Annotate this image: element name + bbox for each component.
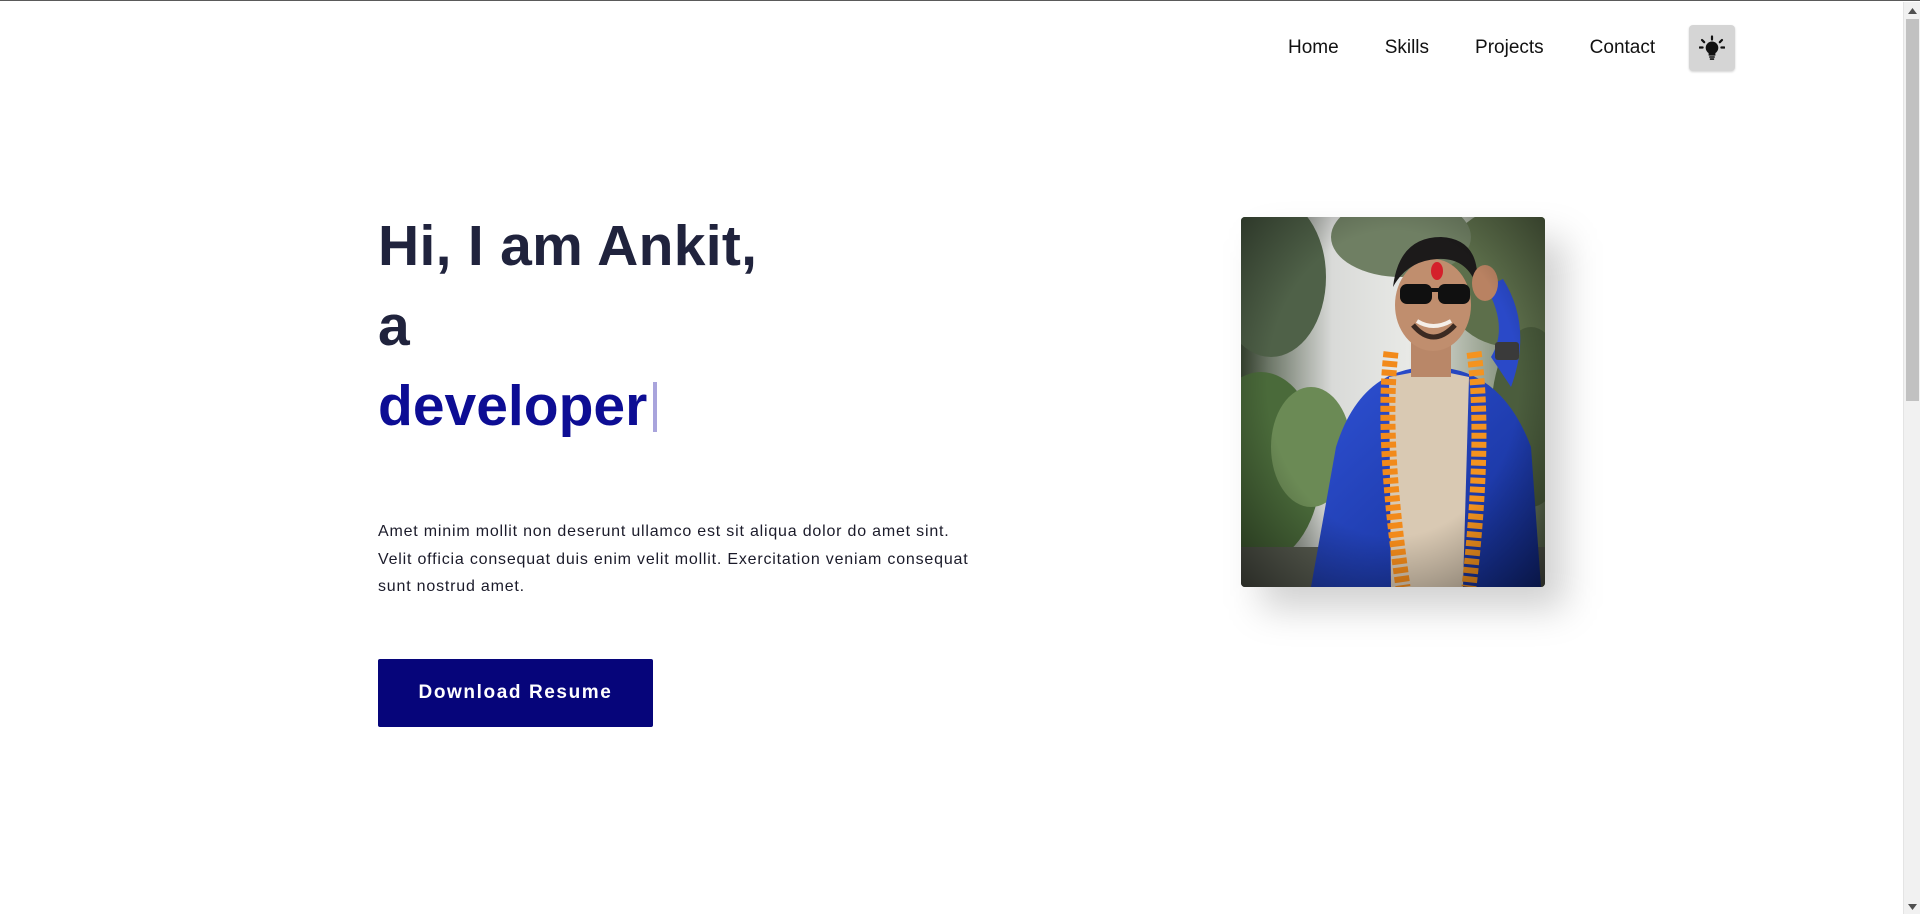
typing-caret bbox=[653, 382, 658, 432]
nav-link-skills[interactable]: Skills bbox=[1385, 37, 1429, 59]
theme-toggle-button[interactable] bbox=[1689, 25, 1736, 71]
vertical-scrollbar[interactable] bbox=[1903, 2, 1920, 914]
hero-section: Hi, I am Ankit, a developer Amet minim m… bbox=[378, 206, 978, 727]
nav-links: Home Skills Projects Contact bbox=[1288, 37, 1655, 59]
portrait-container bbox=[1241, 217, 1565, 609]
hero-article: a bbox=[378, 294, 411, 358]
scrollbar-thumb[interactable] bbox=[1906, 19, 1919, 401]
page: Home Skills Projects Contact Hi, I am An… bbox=[0, 0, 1920, 914]
scroll-up-arrow-icon[interactable] bbox=[1904, 2, 1920, 19]
nav-link-projects[interactable]: Projects bbox=[1475, 37, 1544, 59]
hero-role-line: developer bbox=[378, 366, 978, 446]
hero-role: developer bbox=[378, 374, 648, 438]
nav-link-contact[interactable]: Contact bbox=[1590, 37, 1655, 59]
download-resume-button[interactable]: Download Resume bbox=[378, 658, 653, 727]
nav-link-home[interactable]: Home bbox=[1288, 37, 1339, 59]
scroll-down-arrow-icon[interactable] bbox=[1904, 898, 1920, 914]
hero-greeting: Hi, I am Ankit, bbox=[378, 214, 758, 278]
profile-photo bbox=[1241, 217, 1545, 587]
lightbulb-icon bbox=[1699, 35, 1726, 60]
hero-bio: Amet minim mollit non deserunt ullamco e… bbox=[378, 523, 969, 595]
top-nav: Home Skills Projects Contact bbox=[1288, 25, 1736, 71]
